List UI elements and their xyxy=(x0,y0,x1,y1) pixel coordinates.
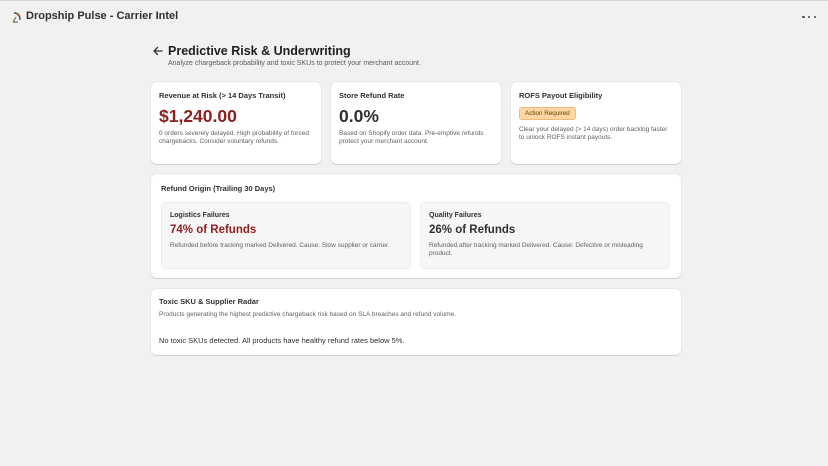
card-heading: Store Refund Rate xyxy=(339,91,405,100)
section-heading: Refund Origin (Trailing 30 Days) xyxy=(161,184,276,193)
empty-state-message: No toxic SKUs detected. All products hav… xyxy=(159,336,405,345)
arrow-left-icon[interactable] xyxy=(152,45,164,57)
card-heading: Revenue at Risk (> 14 Days Transit) xyxy=(159,91,286,100)
card-description: Based on Shopify order data. Pre-emptive… xyxy=(339,130,484,146)
status-badge: Action Required xyxy=(519,107,576,120)
refund-rate-value: 0.0% xyxy=(339,106,379,126)
ellipsis-dot xyxy=(807,15,811,19)
card-heading: ROFS Payout Eligibility xyxy=(519,91,603,100)
refund-rate-card: Store Refund Rate 0.0% Based on Shopify … xyxy=(331,82,501,164)
refund-origin-card: Refund Origin (Trailing 30 Days) Logisti… xyxy=(151,174,681,278)
app-header: Dropship Pulse - Carrier Intel xyxy=(0,0,828,33)
app-title: Dropship Pulse - Carrier Intel xyxy=(26,10,179,22)
card-description: Clear your delayed (> 14 days) order bac… xyxy=(519,126,668,142)
panel-description: Refunded after tracking marked Delivered… xyxy=(429,242,643,258)
card-description: 0 orders severely delayed. High probabil… xyxy=(159,130,309,146)
quality-failures-value: 26% of Refunds xyxy=(429,224,516,236)
ellipsis-icon xyxy=(802,15,805,19)
section-heading: Toxic SKU & Supplier Radar xyxy=(159,297,259,306)
ellipsis-dot xyxy=(813,15,816,19)
quality-failures-panel: Quality Failures 26% of Refunds Refunded… xyxy=(420,202,670,269)
logistics-failures-value: 74% of Refunds xyxy=(170,224,257,236)
page-subtitle: Analyze chargeback probability and toxic… xyxy=(168,60,421,67)
logistics-failures-panel: Logistics Failures 74% of Refunds Refund… xyxy=(161,202,411,269)
panel-heading: Logistics Failures xyxy=(170,212,230,219)
panel-heading: Quality Failures xyxy=(429,212,482,219)
satellite-dish-icon xyxy=(12,12,21,23)
revenue-at-risk-card: Revenue at Risk (> 14 Days Transit) $1,2… xyxy=(151,82,321,164)
revenue-at-risk-value: $1,240.00 xyxy=(159,106,237,126)
rofs-payout-card: ROFS Payout Eligibility Action Required … xyxy=(511,82,681,164)
section-subheading: Products generating the highest predicti… xyxy=(159,311,457,318)
more-options-button[interactable] xyxy=(802,11,816,23)
panel-description: Refunded before tracking marked Delivere… xyxy=(170,242,390,249)
page-title: Predictive Risk & Underwriting xyxy=(168,44,351,58)
toxic-sku-card: Toxic SKU & Supplier Radar Products gene… xyxy=(151,289,681,355)
